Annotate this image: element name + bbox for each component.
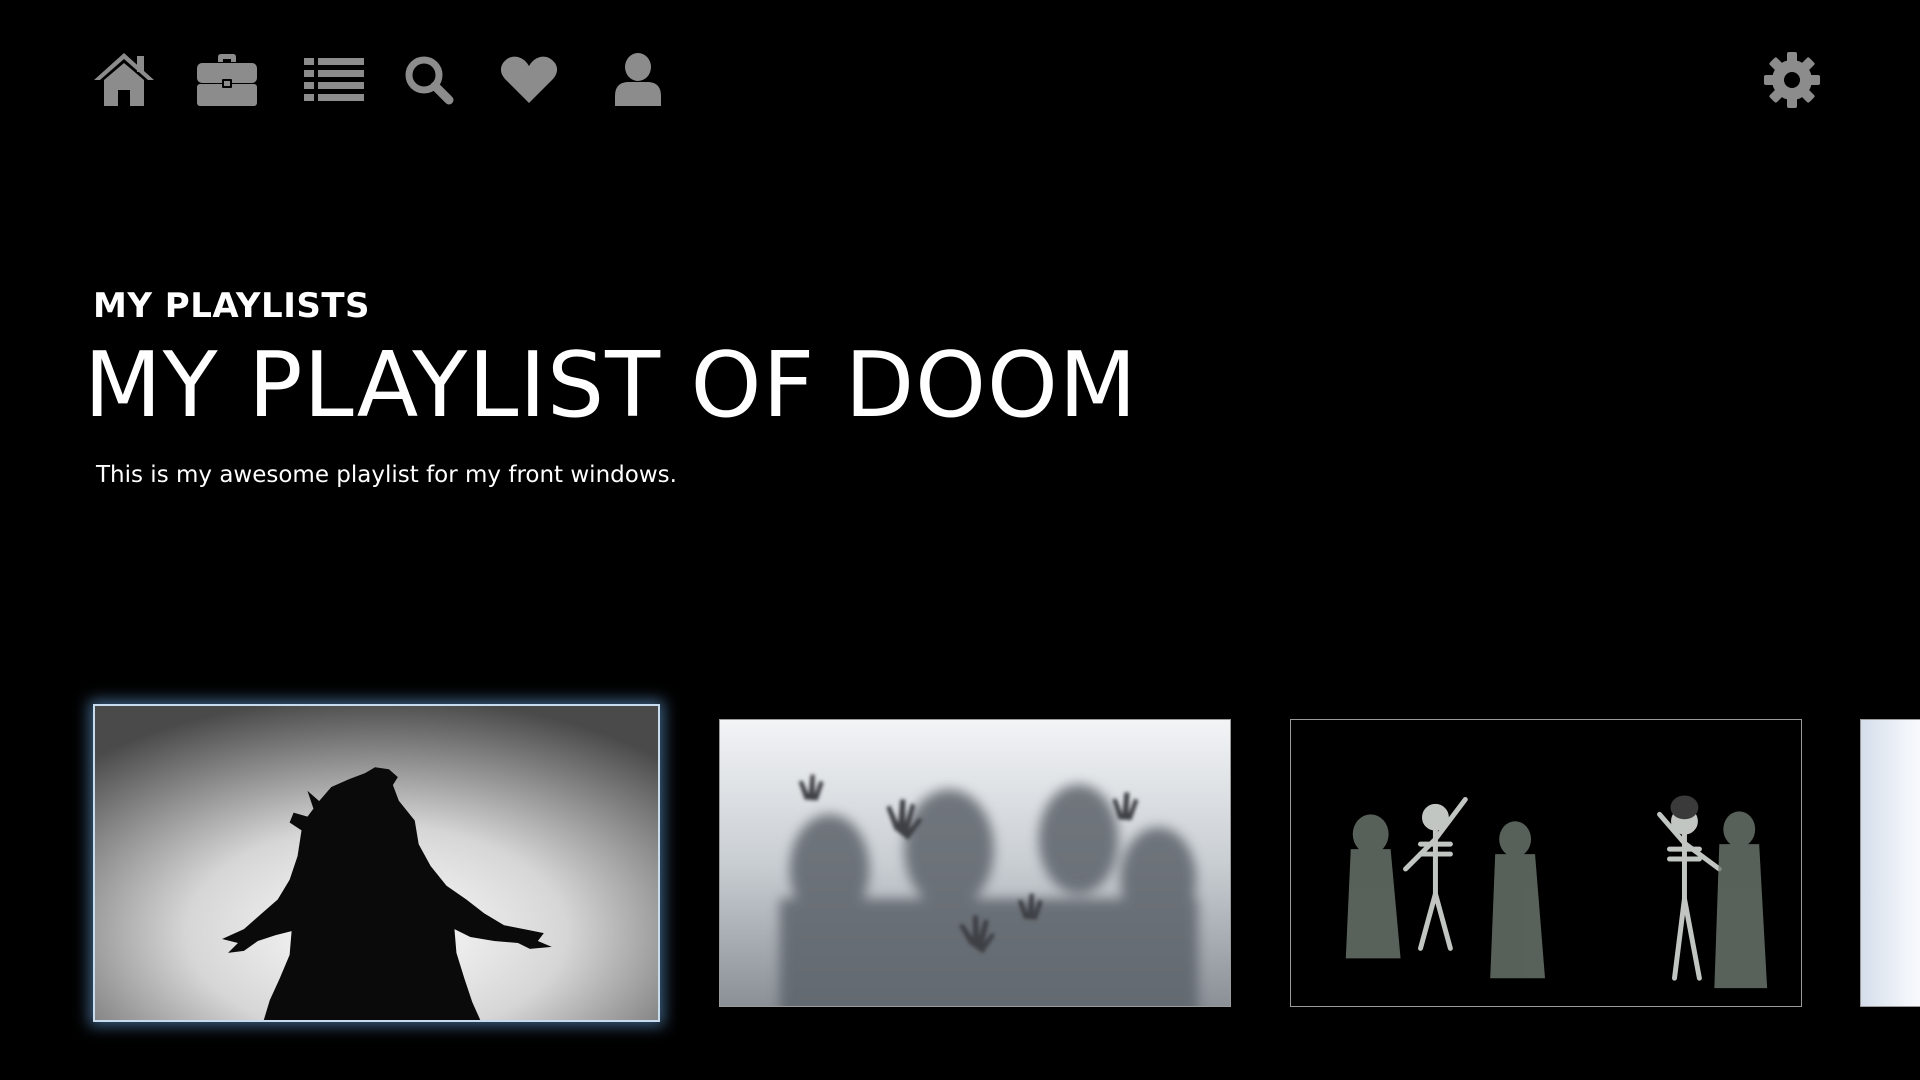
skeletons-thumbnail-image (1291, 720, 1801, 1006)
heart-icon[interactable] (493, 44, 565, 116)
gear-icon[interactable] (1756, 44, 1828, 116)
playlist-item-skeletons[interactable] (1290, 719, 1802, 1007)
playlist-title: MY PLAYLIST OF DOOM (84, 333, 1138, 438)
playlist-description: This is my awesome playlist for my front… (96, 462, 677, 488)
user-icon[interactable] (602, 44, 674, 116)
section-label: MY PLAYLISTS (93, 286, 371, 326)
playlist-item-zombies[interactable] (719, 719, 1231, 1007)
playlist-item-werewolf[interactable] (93, 704, 660, 1022)
search-icon[interactable] (393, 44, 465, 116)
zombies-thumbnail-image (720, 720, 1230, 1006)
briefcase-icon[interactable] (191, 44, 263, 116)
playlist-item-next[interactable] (1860, 719, 1920, 1007)
app-screen: MY PLAYLISTS MY PLAYLIST OF DOOM This is… (0, 0, 1920, 1080)
home-icon[interactable] (88, 44, 160, 116)
list-icon[interactable] (298, 44, 370, 116)
werewolf-thumbnail-image (95, 706, 658, 1020)
